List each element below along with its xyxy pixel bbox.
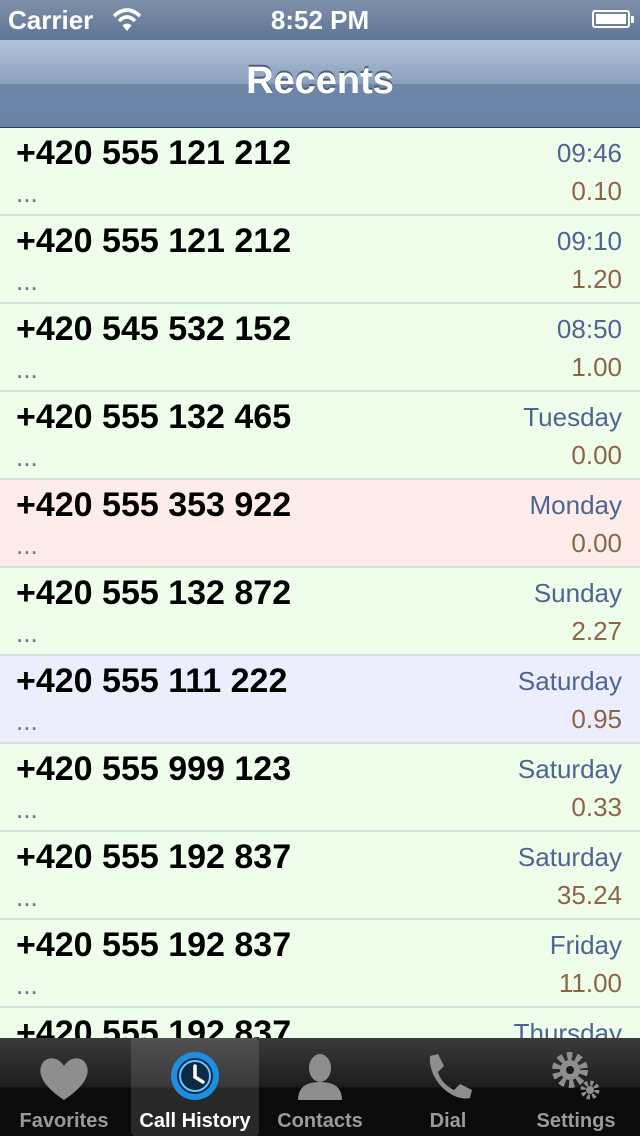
navigation-bar: Recents	[0, 40, 640, 128]
call-subtitle: ...	[16, 442, 38, 472]
call-time: Friday	[549, 930, 622, 960]
call-row[interactable]: +420 555 111 222 ... Saturday 0.95	[0, 656, 640, 744]
call-row[interactable]: +420 555 132 465 ... Tuesday 0.00	[0, 392, 640, 480]
person-icon	[298, 1054, 342, 1100]
call-cost: 1.00	[571, 352, 622, 382]
call-time: Saturday	[517, 666, 622, 696]
tab-label: Contacts	[277, 1110, 363, 1132]
call-cost: 0.10	[571, 176, 622, 206]
call-row[interactable]: +420 555 999 123 ... Saturday 0.33	[0, 744, 640, 832]
call-time: Tuesday	[523, 402, 622, 432]
call-number: +420 555 121 212	[16, 134, 292, 172]
call-row[interactable]: +420 555 192 837 ... Saturday 35.24	[0, 832, 640, 920]
call-number: +420 555 111 222	[16, 662, 288, 700]
call-history-list[interactable]: +420 555 121 212 ... 09:46 0.10 +420 555…	[0, 128, 640, 1038]
call-number: +420 555 121 212	[16, 222, 292, 260]
call-cost: 0.95	[571, 704, 622, 734]
clock-icon	[171, 1052, 219, 1100]
call-row[interactable]: +420 555 121 212 ... 09:46 0.10	[0, 128, 640, 216]
call-subtitle: ...	[16, 266, 38, 296]
call-cost: 2.27	[571, 616, 622, 646]
call-subtitle: ...	[16, 970, 38, 1000]
call-time: Thursday	[513, 1018, 622, 1038]
call-time: Sunday	[533, 578, 622, 608]
heart-icon	[40, 1058, 88, 1100]
call-number: +420 555 192 837	[16, 926, 292, 964]
call-time: 08:50	[556, 314, 622, 344]
page-title: Recents	[246, 60, 394, 102]
call-cost: 35.24	[556, 880, 622, 910]
status-bar: Carrier 8:52 PM	[0, 0, 640, 40]
call-row[interactable]: +420 555 192 837 ... Thursday	[0, 1008, 640, 1038]
status-time: 8:52 PM	[270, 5, 370, 35]
call-row[interactable]: +420 555 353 922 ... Monday 0.00	[0, 480, 640, 568]
call-time: Monday	[529, 490, 623, 520]
call-cost: 0.00	[571, 440, 622, 470]
call-cost: 0.00	[571, 528, 622, 558]
call-number: +420 555 353 922	[16, 486, 292, 524]
tab-favorites[interactable]: Favorites	[0, 1038, 128, 1136]
tab-dial[interactable]: Dial	[384, 1038, 512, 1136]
call-number: +420 545 532 152	[16, 310, 292, 348]
call-time: Saturday	[517, 842, 622, 872]
tab-label: Call History	[139, 1110, 251, 1132]
call-subtitle: ...	[16, 794, 38, 824]
tab-call-history[interactable]: Call History	[131, 1038, 259, 1136]
tab-label: Dial	[429, 1110, 467, 1132]
call-number: +420 555 192 837	[16, 1014, 292, 1038]
tab-settings[interactable]: Settings	[512, 1038, 640, 1136]
call-subtitle: ...	[16, 706, 38, 736]
call-row[interactable]: +420 555 192 837 ... Friday 11.00	[0, 920, 640, 1008]
tab-contacts[interactable]: Contacts	[256, 1038, 384, 1136]
call-subtitle: ...	[16, 178, 38, 208]
call-cost: 11.00	[558, 968, 622, 998]
call-number: +420 555 999 123	[16, 750, 292, 788]
call-subtitle: ...	[16, 882, 38, 912]
call-cost: 1.20	[571, 264, 622, 294]
call-number: +420 555 132 465	[16, 398, 292, 436]
phone-icon	[429, 1054, 472, 1099]
call-number: +420 555 132 872	[16, 574, 292, 612]
call-time: Saturday	[517, 754, 622, 784]
call-cost: 0.33	[571, 792, 622, 822]
call-row[interactable]: +420 555 121 212 ... 09:10 1.20	[0, 216, 640, 304]
tab-label: Settings	[536, 1110, 616, 1132]
call-time: 09:46	[556, 138, 622, 168]
tab-bar: Favorites Call History Contacts Dial Set…	[0, 1038, 640, 1136]
call-row[interactable]: +420 545 532 152 ... 08:50 1.00	[0, 304, 640, 392]
gear-icon	[552, 1052, 600, 1100]
call-subtitle: ...	[16, 618, 38, 648]
call-subtitle: ...	[16, 530, 38, 560]
battery-icon	[592, 10, 634, 28]
tab-label: Favorites	[19, 1110, 109, 1132]
call-subtitle: ...	[16, 354, 38, 384]
call-row[interactable]: +420 555 132 872 ... Sunday 2.27	[0, 568, 640, 656]
call-number: +420 555 192 837	[16, 838, 292, 876]
call-time: 09:10	[556, 226, 622, 256]
